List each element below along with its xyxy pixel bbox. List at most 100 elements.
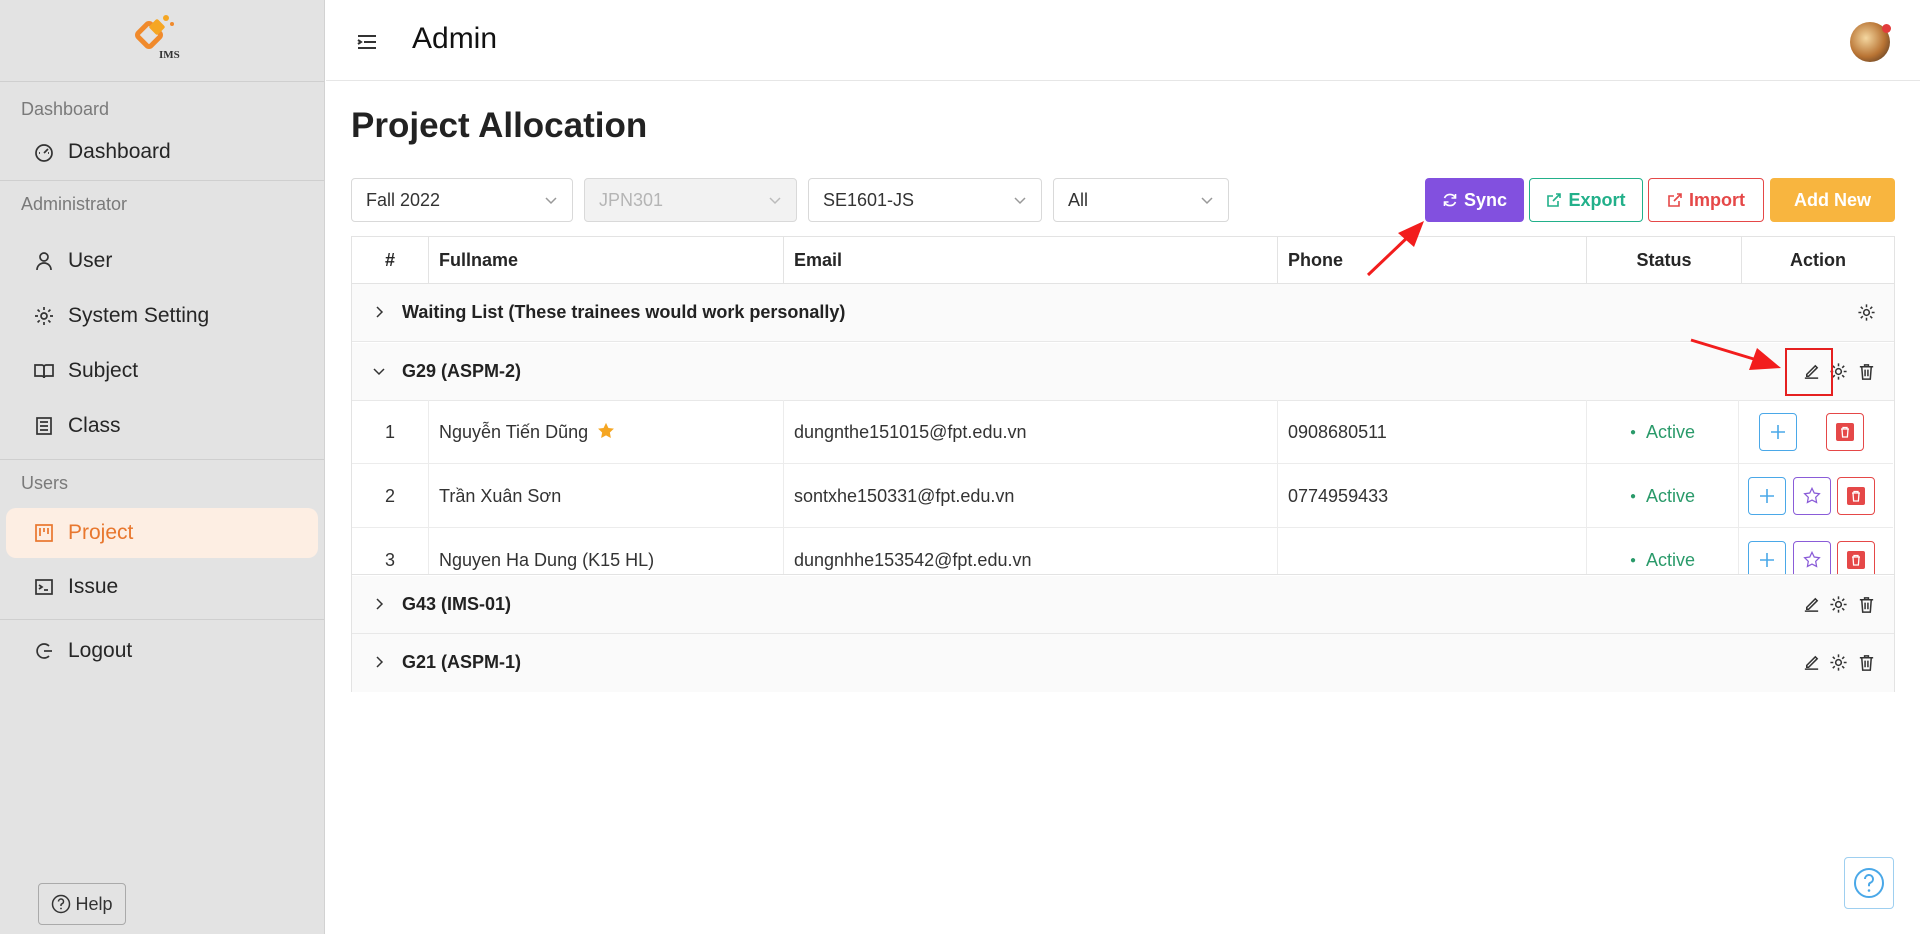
row-email: dungnhhe153542@fpt.edu.vn: [784, 528, 1278, 574]
row-phone: 0774959433: [1278, 464, 1587, 528]
chevron-right-icon[interactable]: [372, 597, 386, 611]
add-member-button[interactable]: [1748, 477, 1786, 515]
trash-icon[interactable]: [1857, 362, 1876, 381]
sidebar-item-dashboard[interactable]: Dashboard: [0, 128, 324, 176]
menu-toggle-icon[interactable]: [356, 32, 378, 52]
edit-icon[interactable]: [1802, 653, 1821, 672]
user-icon: [36, 251, 52, 270]
row-index: 2: [352, 464, 429, 528]
sidebar-item-label: System Setting: [68, 303, 210, 327]
section-label-users: Users: [21, 473, 69, 493]
row-email: dungnthe151015@fpt.edu.vn: [784, 400, 1278, 464]
delete-member-button[interactable]: [1837, 541, 1875, 574]
logo-area: IMS: [0, 0, 324, 82]
edit-icon[interactable]: [1802, 595, 1821, 614]
class-select[interactable]: SE1601-JS: [808, 178, 1042, 222]
chevron-right-icon[interactable]: [372, 305, 386, 319]
sidebar-item-class[interactable]: Class: [0, 398, 324, 453]
row-fullname: Trần Xuân Sơn: [429, 464, 784, 528]
delete-member-button[interactable]: [1837, 477, 1875, 515]
sync-button[interactable]: Sync: [1425, 178, 1524, 222]
add-member-button[interactable]: [1759, 413, 1797, 451]
sidebar-item-issue[interactable]: Issue: [0, 562, 324, 612]
ims-logo[interactable]: IMS: [132, 12, 186, 62]
add-new-label: Add New: [1793, 189, 1871, 210]
table-row: 1 Nguyễn Tiến Dũng dungnthe151015@fpt.ed…: [352, 400, 1893, 464]
sidebar-item-label: Project: [68, 521, 134, 544]
sidebar-item-label: Dashboard: [68, 140, 171, 163]
add-new-button[interactable]: Add New: [1770, 178, 1895, 222]
group-title: Waiting List (These trainees would work …: [402, 302, 846, 322]
book-icon: [34, 363, 54, 378]
gear-icon[interactable]: [1857, 303, 1876, 322]
col-action: Action: [1790, 250, 1846, 270]
group-row-g29[interactable]: G29 (ASPM-2): [352, 343, 1894, 401]
plus-icon: [1771, 425, 1785, 439]
sidebar-item-label: Class: [68, 413, 121, 437]
group-title: G29 (ASPM-2): [402, 361, 522, 381]
star-icon: [1803, 487, 1821, 504]
delete-member-button[interactable]: [1826, 413, 1864, 451]
row-fullname: Nguyễn Tiến Dũng: [429, 400, 784, 464]
group-row-g43[interactable]: G43 (IMS-01): [352, 576, 1894, 634]
sidebar: IMS Dashboard Dashboard Administrator Us…: [0, 0, 325, 934]
row-email: sontxhe150331@fpt.edu.vn: [784, 464, 1278, 528]
section-label-administrator: Administrator: [21, 194, 128, 214]
semester-value: Fall 2022: [366, 190, 441, 210]
gear-icon[interactable]: [1829, 653, 1848, 672]
group-title: G43 (IMS-01): [402, 594, 512, 614]
table-row: 2 Trần Xuân Sơn sontxhe150331@fpt.edu.vn…: [352, 464, 1893, 528]
page-title: Project Allocation: [351, 106, 648, 145]
group-row-g21[interactable]: G21 (ASPM-1): [352, 634, 1894, 692]
sidebar-item-label: Issue: [68, 575, 119, 598]
chevron-down-icon: [769, 197, 781, 205]
terminal-icon: [35, 579, 53, 595]
question-circle-icon: [52, 894, 71, 914]
row-status: Active: [1587, 528, 1739, 574]
col-index: #: [352, 237, 429, 284]
group-row-waiting-list[interactable]: Waiting List (These trainees would work …: [352, 284, 1894, 342]
sidebar-item-system-setting[interactable]: System Setting: [0, 288, 324, 343]
export-button[interactable]: Export: [1529, 178, 1643, 222]
col-fullname: Fullname: [429, 237, 784, 284]
row-status: Active: [1587, 464, 1739, 528]
trash-icon: [1847, 487, 1865, 505]
chevron-down-icon: [1201, 197, 1213, 205]
plus-icon: [1760, 489, 1774, 503]
trash-icon[interactable]: [1857, 653, 1876, 672]
sidebar-item-project[interactable]: Project: [6, 508, 318, 558]
star-icon: [1803, 551, 1821, 568]
import-icon: [1668, 193, 1682, 207]
gear-icon[interactable]: [1829, 595, 1848, 614]
chevron-down-icon: [1014, 197, 1026, 205]
help-button[interactable]: Help: [38, 883, 126, 925]
set-leader-button[interactable]: [1793, 541, 1831, 574]
set-leader-button[interactable]: [1793, 477, 1831, 515]
semester-select[interactable]: Fall 2022: [351, 178, 573, 222]
group-title: G21 (ASPM-1): [402, 652, 522, 672]
add-member-button[interactable]: [1748, 541, 1786, 574]
chevron-right-icon[interactable]: [372, 655, 386, 669]
col-email: Email: [784, 237, 1278, 284]
table-row: 3 Nguyen Ha Dung (K15 HL) dungnhhe153542…: [352, 528, 1893, 574]
trash-icon[interactable]: [1857, 595, 1876, 614]
export-label: Export: [1568, 189, 1626, 210]
chevron-down-icon[interactable]: [372, 364, 386, 378]
sidebar-item-subject[interactable]: Subject: [0, 343, 324, 398]
header-title: Admin: [412, 22, 498, 55]
section-label-dashboard: Dashboard: [21, 99, 110, 119]
sidebar-item-user[interactable]: User: [0, 233, 324, 288]
floating-help-button[interactable]: [1844, 857, 1894, 909]
row-fullname: Nguyen Ha Dung (K15 HL): [429, 528, 784, 574]
top-header: Admin: [326, 0, 1920, 81]
sync-icon: [1443, 193, 1457, 207]
group-members: 1 Nguyễn Tiến Dũng dungnthe151015@fpt.ed…: [352, 400, 1894, 575]
row-phone: [1278, 528, 1587, 574]
export-icon: [1547, 193, 1562, 207]
logout-button[interactable]: Logout: [0, 626, 324, 676]
leader-star-icon: [598, 422, 615, 439]
logo-text: IMS: [159, 49, 180, 61]
import-button[interactable]: Import: [1648, 178, 1764, 222]
notification-dot: [1882, 24, 1891, 33]
status-select[interactable]: All: [1053, 178, 1229, 222]
